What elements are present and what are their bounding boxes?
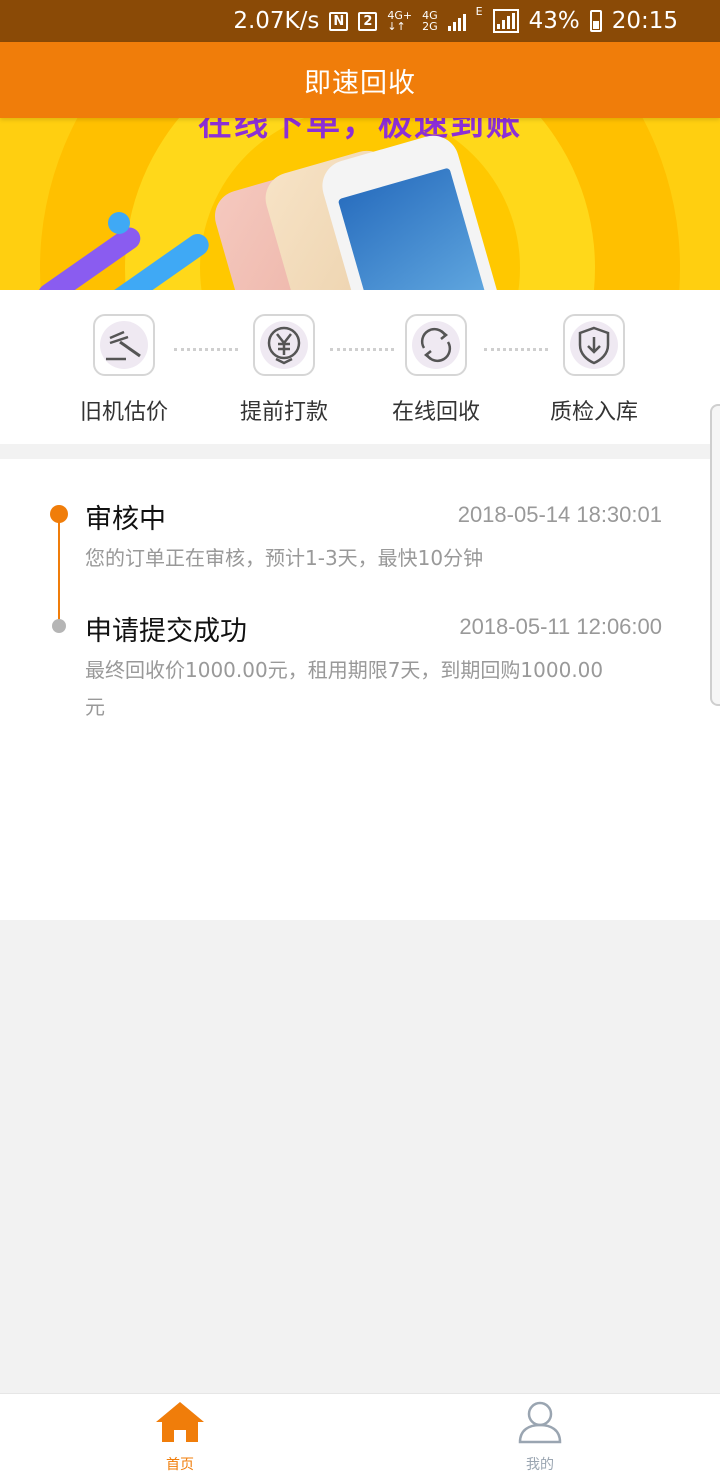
timeline-desc: 最终回收价1000.00元，租用期限7天，到期回购1000.00元 — [85, 658, 604, 719]
step-inspect: 质检入库 — [524, 314, 664, 426]
timeline-time: 2018-05-11 12:06:00 — [459, 614, 662, 639]
yen-icon — [267, 326, 301, 365]
network-a-icon: 4G+ ↓↑ — [387, 9, 413, 33]
nav-label: 我的 — [526, 1457, 554, 1473]
order-timeline: 审核中 2018-05-14 18:30:01 您的订单正在审核，预计1-3天，… — [0, 459, 720, 920]
banner-decoration — [108, 212, 130, 234]
shield-download-icon — [578, 326, 610, 365]
process-steps: 旧机估价 提前打款 在线回收 质检入库 — [0, 290, 720, 444]
signal-icon — [447, 11, 466, 31]
network-b-icon: 4G 2G — [422, 9, 438, 33]
status-dot-active — [50, 505, 68, 523]
battery-icon — [589, 10, 602, 32]
edge-panel-handle[interactable] — [710, 404, 720, 706]
step-label: 提前打款 — [239, 400, 328, 425]
home-icon — [156, 1402, 204, 1442]
timeline-line — [58, 515, 60, 627]
status-bar: 2.07K/s N 2 4G+ ↓↑ 4G 2G E 43% 20:15 — [0, 0, 720, 42]
step-label: 质检入库 — [549, 400, 638, 425]
step-label: 旧机估价 — [79, 400, 168, 425]
nav-mine[interactable]: 我的 — [360, 1394, 720, 1480]
step-recycle: 在线回收 — [366, 314, 506, 426]
promo-banner[interactable]: 在线下单，极速到账 — [0, 118, 720, 290]
nav-label: 首页 — [166, 1457, 194, 1473]
sim-icon: 2 — [358, 11, 378, 31]
signal-icon-2 — [492, 9, 519, 33]
step-label: 在线回收 — [391, 400, 480, 425]
step-prepay: 提前打款 — [214, 314, 354, 426]
step-estimate: 旧机估价 — [54, 314, 194, 426]
page-title: 即速回收 — [304, 67, 416, 99]
timeline-desc: 您的订单正在审核，预计1-3天，最快10分钟 — [85, 546, 484, 570]
timeline-title: 审核中 — [85, 504, 166, 535]
timeline-time: 2018-05-14 18:30:01 — [457, 502, 662, 527]
banner-slogan-image: 在线下单，极速到账 — [198, 118, 522, 144]
nfc-icon: N — [329, 11, 349, 31]
battery-percent: 43% — [528, 8, 580, 34]
bottom-nav: 首页 我的 — [0, 1393, 720, 1480]
clock: 20:15 — [611, 8, 678, 34]
user-icon — [518, 1401, 562, 1444]
network-c-icon: E — [475, 5, 483, 18]
refresh-icon — [420, 327, 452, 363]
network-speed: 2.07K/s — [233, 8, 320, 34]
nav-home[interactable]: 首页 — [0, 1394, 360, 1480]
app-header: 即速回收 — [0, 42, 720, 118]
timeline-title: 申请提交成功 — [85, 616, 247, 647]
gavel-icon — [106, 330, 141, 361]
status-dot — [52, 619, 66, 633]
